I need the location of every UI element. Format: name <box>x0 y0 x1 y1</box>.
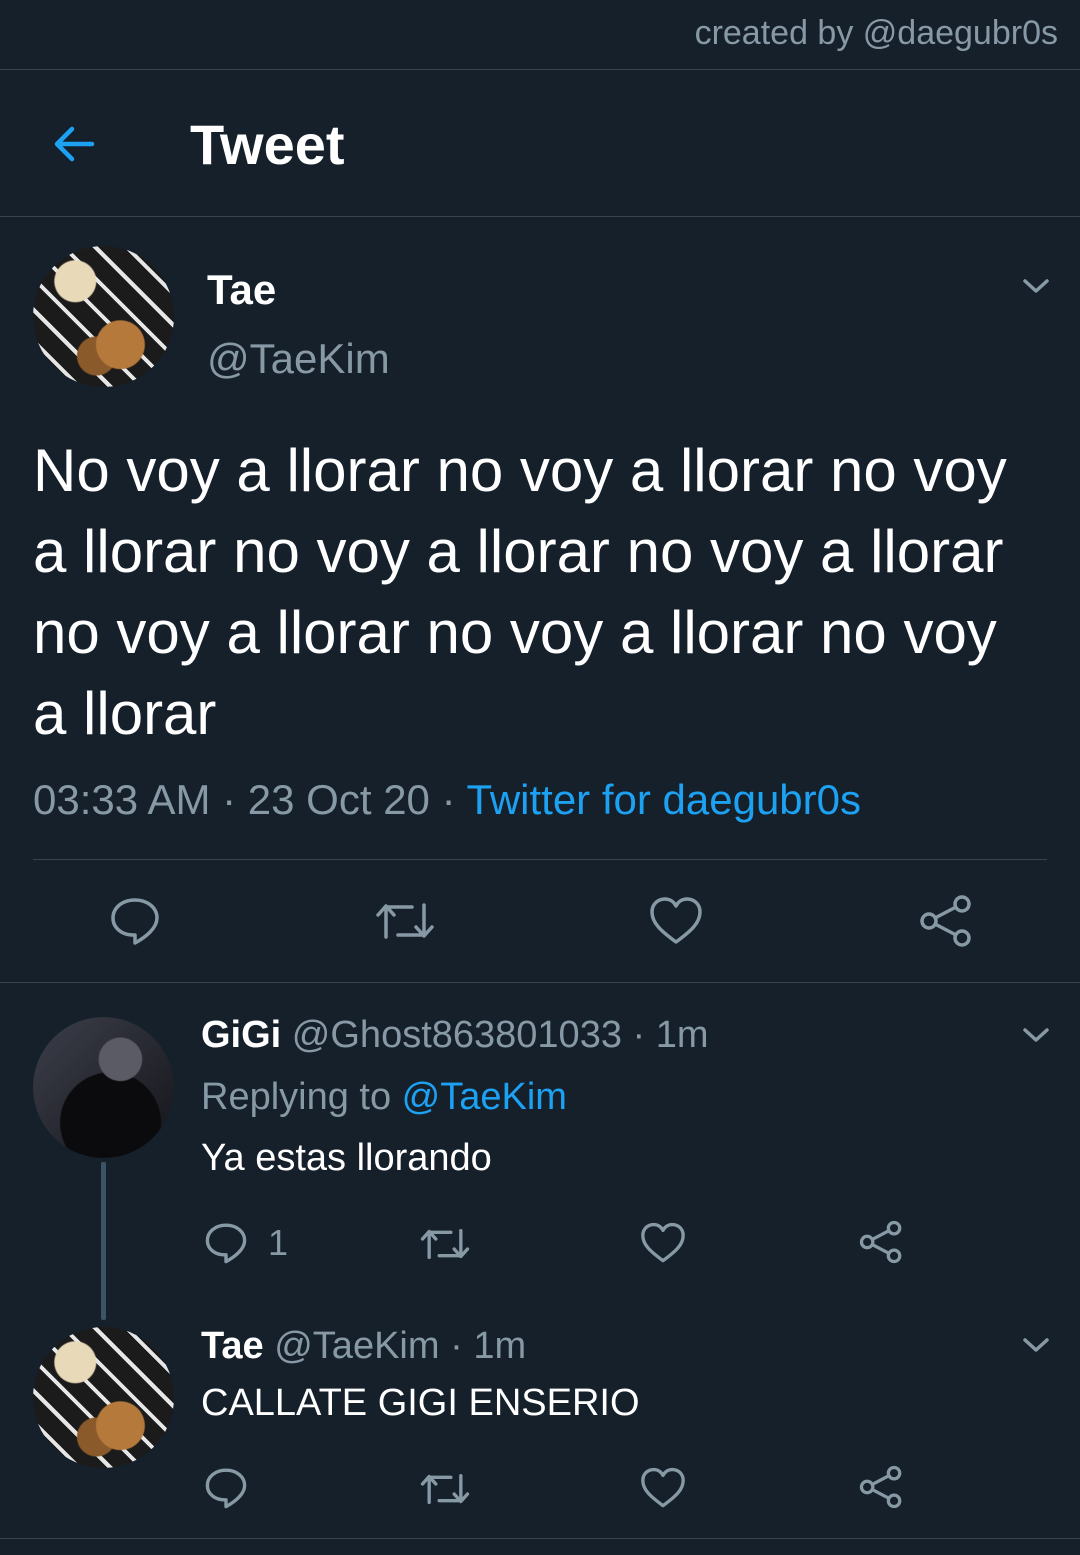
back-arrow-icon[interactable] <box>50 120 98 168</box>
tweet-date: 23 Oct 20 <box>247 776 430 823</box>
share-icon[interactable] <box>858 1220 904 1264</box>
tweet-text: No voy a llorar no voy a llorar no voy a… <box>33 437 1007 747</box>
separator: · <box>429 776 467 823</box>
divider <box>0 1538 1080 1539</box>
share-icon[interactable] <box>858 1465 904 1509</box>
thread-connector <box>101 1162 106 1320</box>
like-icon[interactable] <box>649 896 703 946</box>
tweet-time: 03:33 AM <box>33 776 211 823</box>
divider <box>0 69 1080 70</box>
reply-count: 1 <box>268 1222 289 1263</box>
author-name[interactable]: Tae <box>207 266 276 314</box>
divider <box>0 216 1080 217</box>
separator: · <box>439 1325 474 1367</box>
reply-author-name[interactable]: Tae <box>201 1325 264 1367</box>
divider <box>0 982 1080 983</box>
avatar[interactable] <box>33 1017 174 1158</box>
separator: · <box>210 776 248 823</box>
reply-header: GiGi @Ghost863801033 · 1m <box>201 1014 709 1057</box>
reply-icon[interactable] <box>109 895 161 947</box>
reply-text: Ya estas llorando <box>201 1137 492 1179</box>
replying-to: Replying to @TaeKim <box>201 1076 567 1119</box>
reply-author-name[interactable]: GiGi <box>201 1014 281 1056</box>
divider <box>33 859 1047 860</box>
retweet-icon[interactable] <box>419 1224 471 1264</box>
retweet-icon[interactable] <box>374 897 436 945</box>
like-icon[interactable] <box>640 1222 686 1264</box>
share-icon[interactable] <box>918 894 974 948</box>
separator: · <box>621 1014 656 1056</box>
reply-author-handle[interactable]: @Ghost863801033 <box>292 1014 622 1056</box>
replying-to-label: Replying to <box>201 1076 402 1118</box>
credit-text: created by @daegubr0s <box>694 14 1058 52</box>
tweet-source-link[interactable]: Twitter for daegubr0s <box>466 776 861 823</box>
chevron-down-icon[interactable] <box>1021 1335 1051 1355</box>
avatar[interactable] <box>33 246 174 387</box>
reply-author-handle[interactable]: @TaeKim <box>274 1325 439 1367</box>
like-icon[interactable] <box>640 1467 686 1509</box>
page-title: Tweet <box>190 113 345 176</box>
chevron-down-icon[interactable] <box>1021 1025 1051 1045</box>
reply-header: Tae @TaeKim · 1m <box>201 1325 526 1368</box>
tweet-meta: 03:33 AM · 23 Oct 20 · Twitter for daegu… <box>33 776 861 824</box>
avatar[interactable] <box>33 1327 174 1468</box>
reply-time: 1m <box>473 1325 527 1367</box>
replying-to-link[interactable]: @TaeKim <box>402 1076 567 1118</box>
reply-icon[interactable] <box>204 1466 248 1510</box>
reply-text: CALLATE GIGI ENSERIO <box>201 1382 640 1424</box>
reply-time: 1m <box>655 1014 709 1056</box>
author-handle[interactable]: @TaeKim <box>207 335 390 383</box>
chevron-down-icon[interactable] <box>1021 276 1051 296</box>
reply-icon[interactable] <box>204 1221 248 1265</box>
retweet-icon[interactable] <box>419 1469 471 1509</box>
